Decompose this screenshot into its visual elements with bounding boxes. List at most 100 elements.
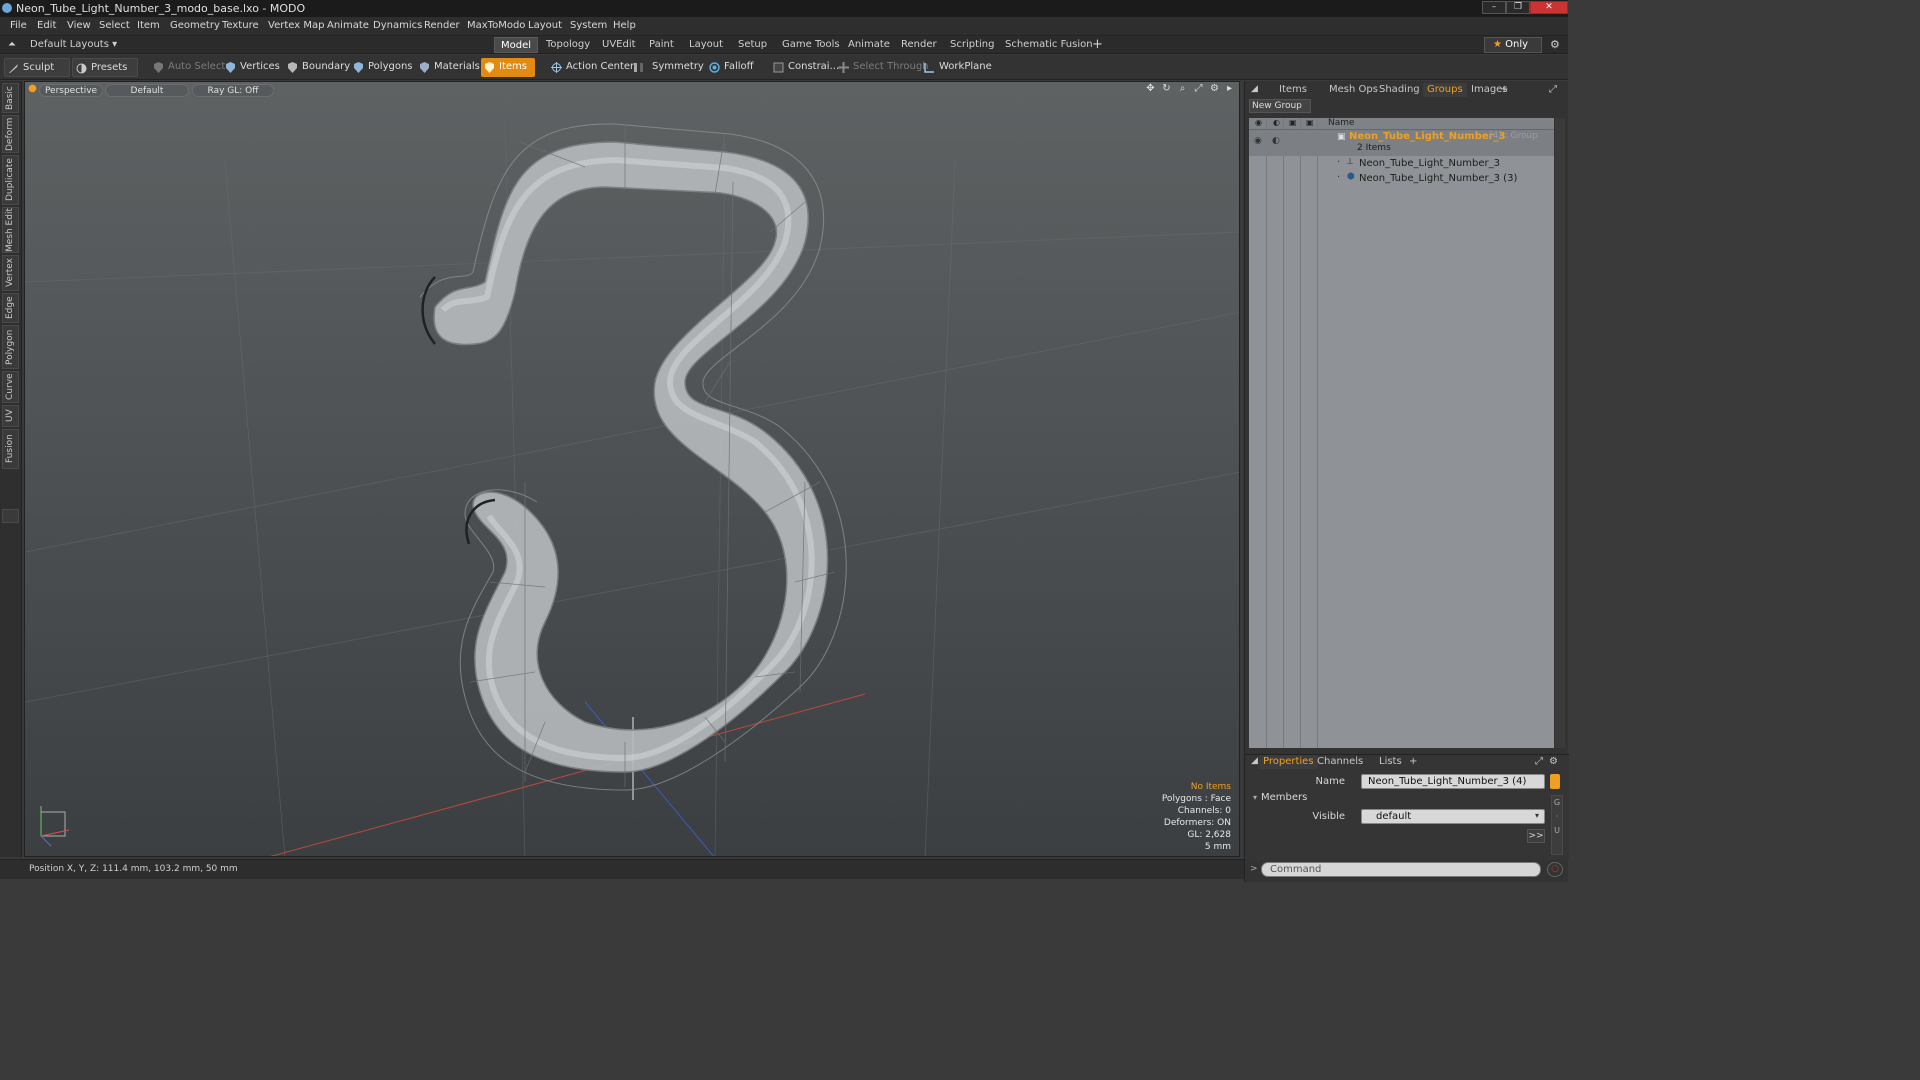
tab-channels[interactable]: Channels	[1313, 755, 1367, 769]
auto-select-button[interactable]: Auto Select	[150, 58, 225, 77]
members-collapse-icon[interactable]: ▾	[1253, 793, 1257, 802]
menu-maxtomodo[interactable]: MaxToModo	[467, 20, 525, 31]
layout-collapse-icon[interactable]: ⏶	[4, 37, 22, 53]
side-tabs[interactable]: G · U	[1551, 795, 1563, 855]
items-button[interactable]: Items	[481, 58, 535, 77]
command-prompt-icon: >	[1250, 864, 1258, 874]
symmetry-button[interactable]: Symmetry	[630, 58, 704, 77]
render-toggle-icon[interactable]: ◐	[1272, 136, 1280, 146]
sculpt-button[interactable]: Sculpt	[4, 58, 70, 77]
menu-geometry[interactable]: Geometry	[170, 20, 220, 31]
menu-system[interactable]: System	[570, 20, 607, 31]
visible-dropdown[interactable]: default	[1361, 809, 1545, 824]
vtab-mesh-edit[interactable]: Mesh Edit	[2, 207, 19, 253]
tab-layout[interactable]: Layout	[683, 37, 729, 53]
select-through-icon	[838, 62, 849, 73]
menu-layout[interactable]: Layout	[528, 20, 562, 31]
default-layouts-dropdown[interactable]: Default Layouts ▾	[24, 37, 123, 53]
groups-list-header: ◉ ◐ ▣ ▣ Name	[1249, 118, 1554, 130]
menu-help[interactable]: Help	[613, 20, 636, 31]
workplane-button[interactable]: WorkPlane	[921, 58, 992, 77]
add-panel-tab-button[interactable]: +	[1496, 83, 1512, 97]
panel-menu-icon[interactable]: ◢	[1247, 83, 1262, 97]
groups-scrollbar[interactable]	[1555, 118, 1565, 748]
tab-groups[interactable]: Groups	[1423, 83, 1467, 97]
vtab-polygon[interactable]: Polygon	[2, 325, 19, 369]
presets-label: Presets	[91, 62, 128, 73]
presets-button[interactable]: Presets	[72, 58, 138, 77]
group-row-selected[interactable]: ◉ ◐ ▣ Neon_Tube_Light_Number_3 (4) : Gro…	[1249, 130, 1554, 156]
close-button[interactable]: ✕	[1530, 1, 1568, 14]
visibility-eye-icon[interactable]: ◉	[1254, 136, 1262, 146]
more-button[interactable]: >>	[1527, 829, 1545, 843]
vtab-duplicate[interactable]: Duplicate	[2, 155, 19, 205]
menu-texture[interactable]: Texture	[222, 20, 259, 31]
vertices-button[interactable]: Vertices	[222, 58, 280, 77]
vtab-basic[interactable]: Basic	[2, 83, 19, 113]
menu-file[interactable]: File	[10, 20, 27, 31]
name-field[interactable]: Neon_Tube_Light_Number_3 (4)	[1361, 774, 1545, 789]
vtab-edge[interactable]: Edge	[2, 293, 19, 323]
tab-items[interactable]: Items	[1275, 83, 1311, 97]
tree-item-mesh[interactable]: · ⬢ Neon_Tube_Light_Number_3 (3)	[1249, 172, 1554, 186]
select-through-button[interactable]: Select Through	[835, 58, 929, 77]
boundary-button[interactable]: Boundary	[284, 58, 350, 77]
polygons-icon	[354, 62, 363, 73]
channels-info: Channels: 0	[1177, 806, 1231, 816]
tab-model[interactable]: Model	[494, 37, 539, 53]
color-swatch[interactable]	[1550, 774, 1560, 789]
vtab-vertex[interactable]: Vertex	[2, 255, 19, 291]
menu-dynamics[interactable]: Dynamics	[373, 20, 422, 31]
tab-render[interactable]: Render	[895, 37, 943, 53]
menu-render[interactable]: Render	[424, 20, 460, 31]
add-tab-button[interactable]: +	[1086, 37, 1109, 53]
tab-topology[interactable]: Topology	[540, 37, 596, 53]
tab-scripting[interactable]: Scripting	[944, 37, 1000, 53]
tab-uvedit[interactable]: UVEdit	[596, 37, 642, 53]
tab-paint[interactable]: Paint	[643, 37, 680, 53]
new-group-button[interactable]: New Group	[1249, 99, 1311, 113]
command-history-icon[interactable]: ○	[1547, 862, 1563, 877]
menu-edit[interactable]: Edit	[37, 20, 56, 31]
menu-select[interactable]: Select	[99, 20, 130, 31]
materials-button[interactable]: Materials	[416, 58, 480, 77]
materials-icon	[420, 62, 429, 73]
tab-game-tools[interactable]: Game Tools	[776, 37, 846, 53]
polygons-button[interactable]: Polygons	[350, 58, 413, 77]
action-center-button[interactable]: Action Center	[548, 58, 634, 77]
items-icon	[485, 62, 494, 73]
tab-schematic-fusion[interactable]: Schematic Fusion	[999, 37, 1099, 53]
tab-lists[interactable]: Lists	[1375, 755, 1406, 769]
tab-setup[interactable]: Setup	[732, 37, 773, 53]
constrain-button[interactable]: Constrai...	[770, 58, 839, 77]
expand-panel-icon[interactable]	[2, 509, 19, 523]
only-toggle-button[interactable]: ★ Only	[1484, 37, 1542, 53]
falloff-button[interactable]: Falloff	[706, 58, 754, 77]
mesh-icon: ⬢	[1347, 172, 1355, 182]
menu-vertex-map[interactable]: Vertex Map	[268, 20, 324, 31]
vtab-fusion[interactable]: Fusion	[2, 429, 19, 469]
panel-expand-icon[interactable]: ⤢	[1545, 83, 1561, 97]
vtab-deform[interactable]: Deform	[2, 115, 19, 153]
properties-gear-icon[interactable]: ⚙	[1545, 755, 1562, 769]
command-input[interactable]: Command	[1261, 862, 1541, 877]
vtab-uv[interactable]: UV	[2, 405, 19, 427]
tab-mesh-ops[interactable]: Mesh Ops	[1325, 83, 1382, 97]
3d-viewport[interactable]: ● Perspective Default Ray GL: Off ✥ ↻ ⌕ …	[24, 81, 1240, 857]
vtab-curve[interactable]: Curve	[2, 371, 19, 403]
polygons-label: Polygons	[368, 61, 413, 72]
menu-item[interactable]: Item	[137, 20, 160, 31]
tab-animate[interactable]: Animate	[842, 37, 896, 53]
action-center-label: Action Center	[566, 61, 635, 72]
tab-properties[interactable]: Properties	[1259, 755, 1318, 769]
constrain-icon	[773, 62, 784, 73]
tab-shading[interactable]: Shading	[1375, 83, 1424, 97]
menu-view[interactable]: View	[67, 20, 91, 31]
tree-item-locator[interactable]: · ⟂ Neon_Tube_Light_Number_3	[1249, 157, 1554, 171]
gear-icon[interactable]: ⚙	[1544, 37, 1566, 53]
add-properties-tab-button[interactable]: +	[1405, 755, 1421, 769]
minimize-button[interactable]: –	[1482, 1, 1506, 14]
crosshair-icon	[551, 62, 562, 73]
restore-button[interactable]: ❐	[1506, 1, 1530, 14]
menu-animate[interactable]: Animate	[327, 20, 369, 31]
